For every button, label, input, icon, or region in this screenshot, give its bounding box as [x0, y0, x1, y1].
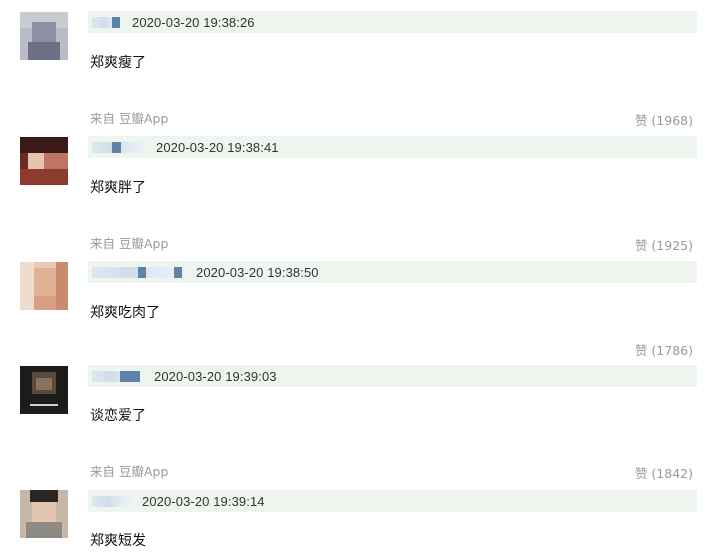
username[interactable]	[92, 370, 144, 382]
comment-text: 郑爽吃肉了	[90, 305, 160, 321]
username[interactable]	[92, 495, 132, 507]
username[interactable]	[92, 141, 146, 153]
comment-text: 郑爽短发	[90, 533, 146, 549]
comment-text: 郑爽瘦了	[90, 55, 146, 71]
avatar[interactable]	[20, 366, 68, 414]
username[interactable]	[92, 266, 186, 278]
comment-time: 2020-03-20 19:38:26	[132, 14, 255, 30]
like-button[interactable]: 赞 (1842)	[635, 463, 693, 482]
comment-source: 来自 豆瓣App	[90, 111, 169, 126]
like-button[interactable]: 赞 (1786)	[635, 340, 693, 359]
like-button[interactable]: 赞 (1925)	[635, 235, 693, 254]
comment-source: 来自 豆瓣App	[90, 236, 169, 251]
comment-text: 郑爽胖了	[90, 180, 146, 196]
comment-header: 2020-03-20 19:38:26	[88, 11, 697, 33]
comment-header: 2020-03-20 19:39:03	[88, 365, 697, 387]
avatar[interactable]	[20, 137, 68, 185]
avatar[interactable]	[20, 262, 68, 310]
comment-header: 2020-03-20 19:39:14	[88, 490, 697, 512]
username[interactable]	[92, 16, 122, 28]
avatar[interactable]	[20, 490, 68, 538]
comment-header: 2020-03-20 19:38:50	[88, 261, 697, 283]
comment-source: 来自 豆瓣App	[90, 464, 169, 479]
comment-time: 2020-03-20 19:39:03	[154, 368, 277, 384]
comment-time: 2020-03-20 19:38:50	[196, 264, 319, 280]
comment-time: 2020-03-20 19:38:41	[156, 139, 279, 155]
comment-text: 谈恋爱了	[90, 408, 146, 424]
like-button[interactable]: 赞 (1968)	[635, 110, 693, 129]
comment-header: 2020-03-20 19:38:41	[88, 136, 697, 158]
avatar[interactable]	[20, 12, 68, 60]
comment-time: 2020-03-20 19:39:14	[142, 493, 265, 509]
